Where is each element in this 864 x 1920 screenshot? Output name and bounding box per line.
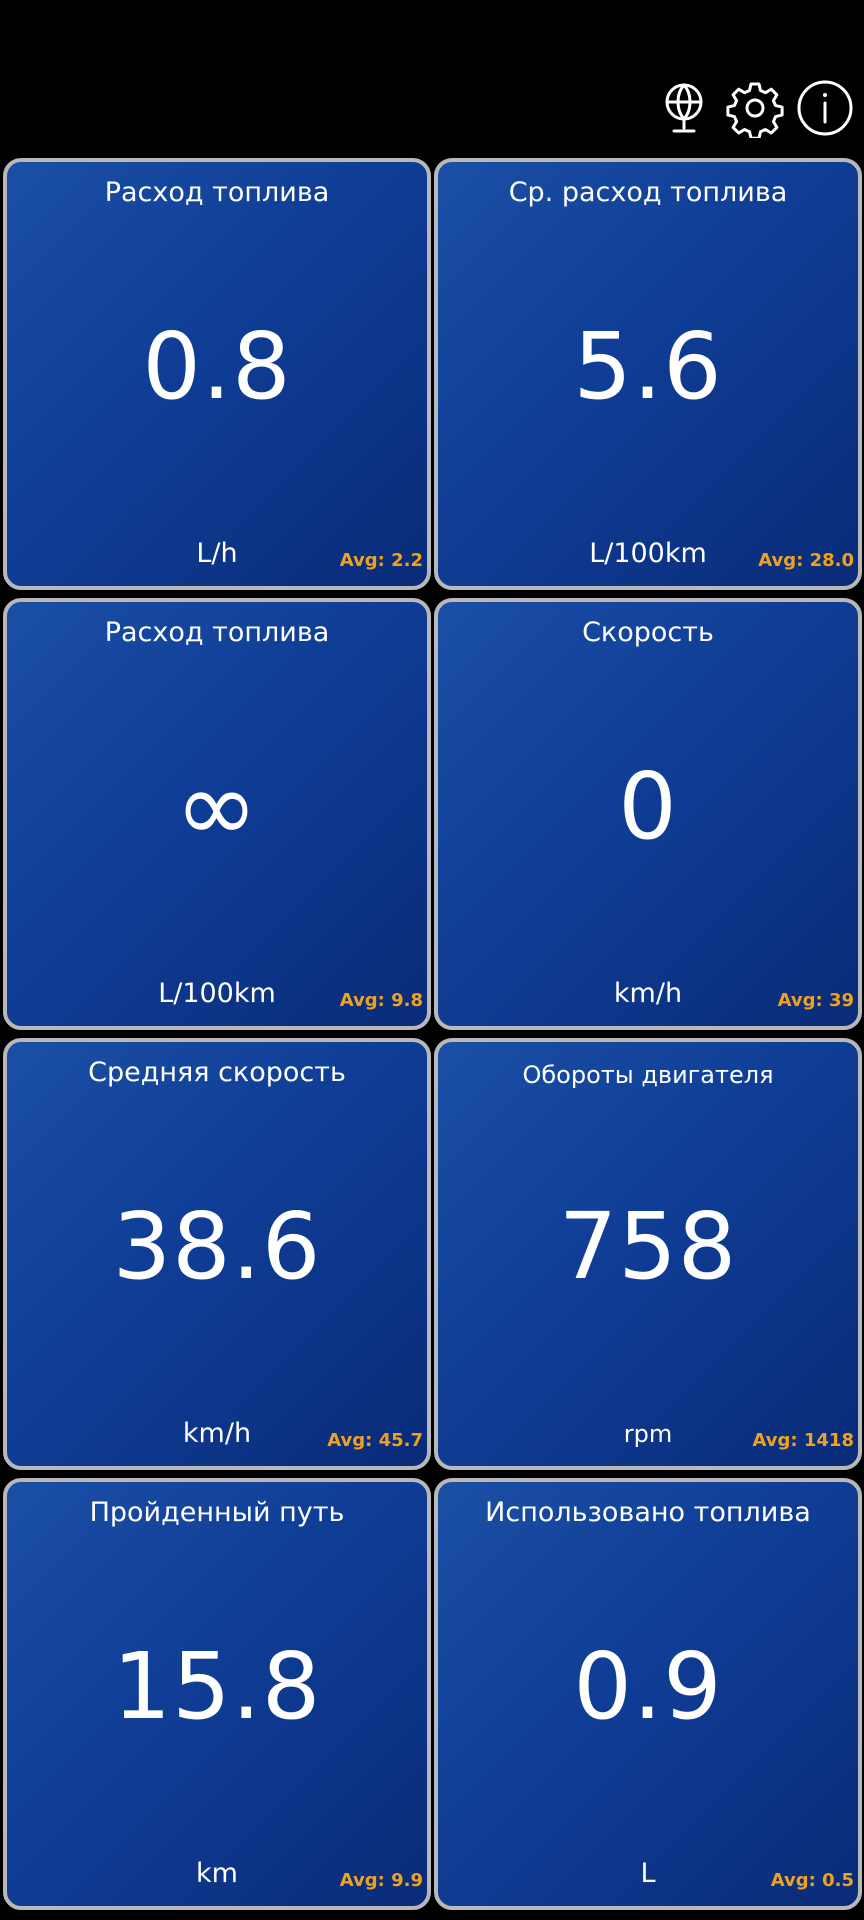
tile-title: Скорость: [582, 617, 714, 648]
tile-value: 0.9: [573, 1633, 723, 1740]
tile-average: Avg: 39: [777, 990, 854, 1011]
tile-value: 5.6: [573, 313, 723, 420]
tile-avg-fuel-consumption[interactable]: Ср. расход топлива 5.6 L/100km Avg: 28.0: [434, 158, 862, 590]
tile-fuel-used[interactable]: Использовано топлива 0.9 L Avg: 0.5: [434, 1478, 862, 1910]
tile-speed[interactable]: Скорость 0 km/h Avg: 39: [434, 598, 862, 1030]
tile-value: 15.8: [112, 1633, 322, 1740]
tile-average: Avg: 0.5: [770, 1870, 854, 1891]
tile-value: 0: [618, 753, 678, 860]
tile-title: Расход топлива: [104, 617, 330, 648]
info-icon[interactable]: [795, 78, 855, 138]
gear-icon[interactable]: [725, 78, 785, 138]
tile-title: Расход топлива: [104, 177, 330, 208]
tile-fuel-rate-l100km[interactable]: Расход топлива ∞ L/100km Avg: 9.8: [3, 598, 431, 1030]
tile-title: Ср. расход топлива: [508, 177, 788, 208]
tile-title: Использовано топлива: [485, 1497, 811, 1528]
tile-fuel-rate-lh[interactable]: Расход топлива 0.8 L/h Avg: 2.2: [3, 158, 431, 590]
tile-average: Avg: 45.7: [327, 1430, 423, 1451]
globe-icon[interactable]: [654, 78, 714, 138]
tile-title: Средняя скорость: [88, 1057, 346, 1088]
gauge-grid: Расход топлива 0.8 L/h Avg: 2.2 Ср. расх…: [0, 158, 864, 1920]
tile-distance[interactable]: Пройденный путь 15.8 km Avg: 9.9: [3, 1478, 431, 1910]
tile-title: Обороты двигателя: [522, 1061, 774, 1089]
tile-engine-rpm[interactable]: Обороты двигателя 758 rpm Avg: 1418: [434, 1038, 862, 1470]
tile-value: 758: [558, 1193, 738, 1300]
tile-average: Avg: 1418: [752, 1430, 854, 1451]
tile-value: 0.8: [142, 313, 292, 420]
tile-value: 38.6: [112, 1193, 322, 1300]
top-toolbar: [0, 0, 864, 158]
tile-average: Avg: 2.2: [339, 550, 423, 571]
tile-value: ∞: [174, 748, 260, 865]
tile-average: Avg: 28.0: [758, 550, 854, 571]
tile-average: Avg: 9.9: [339, 1870, 423, 1891]
tile-title: Пройденный путь: [89, 1497, 345, 1528]
tile-average-speed[interactable]: Средняя скорость 38.6 km/h Avg: 45.7: [3, 1038, 431, 1470]
tile-average: Avg: 9.8: [339, 990, 423, 1011]
